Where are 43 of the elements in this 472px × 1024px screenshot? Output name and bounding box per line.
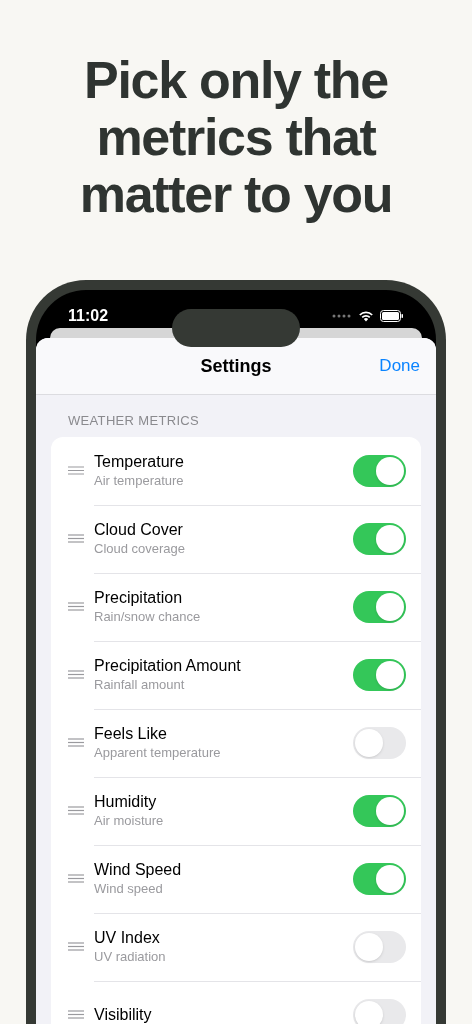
toggle-switch[interactable] bbox=[353, 795, 406, 827]
metric-detail: Rain/snow chance bbox=[94, 608, 201, 626]
toggle-switch[interactable] bbox=[353, 659, 406, 691]
metric-name: Feels Like bbox=[94, 724, 168, 744]
drag-handle-icon[interactable] bbox=[68, 806, 84, 815]
metric-name: Precipitation Amount bbox=[94, 656, 241, 676]
metric-name: Temperature bbox=[94, 451, 184, 472]
drag-handle-icon[interactable] bbox=[68, 534, 84, 543]
headline: Pick only the metrics that matter to you bbox=[78, 52, 394, 223]
drag-handle-icon[interactable] bbox=[68, 738, 84, 747]
metric-detail: Wind speed bbox=[94, 880, 164, 898]
toggle-switch[interactable] bbox=[353, 863, 406, 895]
metric-detail: Rainfall amount bbox=[94, 676, 186, 694]
toggle-switch[interactable] bbox=[353, 523, 406, 555]
drag-handle-icon[interactable] bbox=[68, 602, 84, 611]
drag-handle-icon[interactable] bbox=[68, 466, 84, 475]
toggle-switch[interactable] bbox=[353, 999, 406, 1024]
drag-handle-icon[interactable] bbox=[68, 942, 84, 951]
drag-handle-icon[interactable] bbox=[68, 670, 84, 679]
metric-name: UV Index bbox=[94, 928, 161, 948]
nav-title: Settings bbox=[200, 354, 272, 378]
metric-name: Humidity bbox=[94, 792, 158, 812]
toggle-switch[interactable] bbox=[353, 454, 406, 487]
drag-handle-icon[interactable] bbox=[68, 1010, 84, 1019]
toggle-switch[interactable] bbox=[353, 931, 406, 963]
signal-dots-icon bbox=[332, 314, 352, 318]
done-button[interactable]: Done bbox=[379, 353, 420, 379]
section-header: WEATHER METRICS bbox=[68, 412, 201, 430]
metric-name: Wind Speed bbox=[94, 860, 182, 880]
metric-detail: Air moisture bbox=[94, 812, 164, 830]
status-time: 11:02 bbox=[68, 306, 109, 326]
metric-detail: UV radiation bbox=[94, 948, 166, 966]
metric-detail: Cloud coverage bbox=[94, 540, 186, 558]
drag-handle-icon[interactable] bbox=[68, 874, 84, 883]
metric-detail: Air temperature bbox=[94, 471, 184, 490]
metric-name: Cloud Cover bbox=[94, 520, 184, 540]
metric-name: Precipitation bbox=[94, 588, 184, 608]
toggle-switch[interactable] bbox=[353, 591, 406, 623]
metric-name: Visibility bbox=[94, 1005, 152, 1024]
metric-detail: Apparent temperature bbox=[94, 744, 221, 762]
battery-icon bbox=[380, 310, 404, 322]
toggle-switch[interactable] bbox=[353, 727, 406, 759]
wifi-icon bbox=[358, 310, 374, 322]
